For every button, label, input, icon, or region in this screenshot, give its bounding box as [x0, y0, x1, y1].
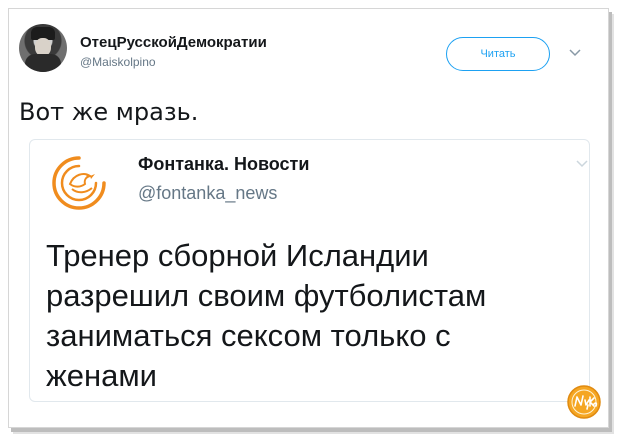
quoted-author-name[interactable]: Фонтанка. Новости	[138, 154, 309, 175]
avatar-coat	[25, 54, 61, 72]
quoted-author-handle[interactable]: @fontanka_news	[138, 183, 277, 204]
tweet-text: Вот же мразь.	[19, 98, 199, 126]
follow-button[interactable]: Читать	[446, 37, 550, 71]
fontanka-logo-icon	[52, 156, 106, 210]
chevron-down-icon[interactable]	[567, 44, 583, 60]
author-avatar[interactable]	[19, 24, 67, 72]
author-display-name[interactable]: ОтецРусскойДемократии	[80, 34, 267, 51]
quoted-tweet[interactable]: Фонтанка. Новости @fontanka_news Тренер …	[29, 139, 590, 402]
quoted-tweet-text: Тренер сборной Исландии разрешил своим ф…	[46, 238, 487, 393]
tweet-header: ОтецРусскойДемократии @Maiskolpino Читат…	[19, 24, 581, 82]
nyka-watermark-logo	[567, 385, 601, 419]
author-handle[interactable]: @Maiskolpino	[80, 55, 156, 69]
chevron-down-icon[interactable]	[575, 156, 589, 170]
